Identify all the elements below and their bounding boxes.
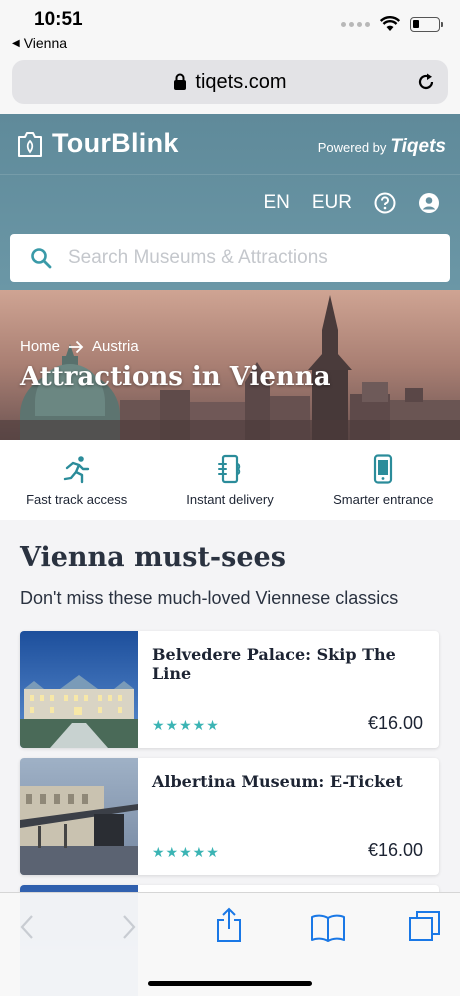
status-time: 10:51 — [34, 9, 83, 30]
feature-instant-delivery: Instant delivery — [153, 440, 306, 520]
search-input[interactable]: Search Museums & Attractions — [10, 234, 450, 282]
language-selector[interactable]: EN — [263, 192, 289, 214]
rating-stars-icon: ★★★★★ — [152, 844, 220, 860]
site-header: TourBlink Powered by Tiqets EN EUR Searc… — [0, 114, 460, 290]
feature-label: Instant delivery — [186, 492, 274, 507]
running-person-icon — [63, 456, 89, 484]
status-bar: 10:51 ◀ Vienna — [0, 0, 460, 56]
home-indicator[interactable] — [148, 981, 312, 986]
hero-banner: Home Austria Attractions in Vienna — [0, 290, 460, 440]
feature-label: Smarter entrance — [333, 492, 434, 507]
account-icon[interactable] — [418, 192, 440, 214]
cellular-signal-icon — [341, 21, 370, 27]
share-icon[interactable] — [215, 907, 243, 943]
phone-ticket-icon — [217, 454, 241, 484]
search-placeholder: Search Museums & Attractions — [68, 247, 328, 268]
card-title: Albertina Museum: E-Ticket — [152, 772, 403, 791]
wifi-icon — [380, 16, 400, 31]
breadcrumb-home-link[interactable]: Home — [20, 338, 60, 355]
search-icon — [31, 248, 52, 269]
albertina-museum-image — [20, 758, 138, 875]
section-subtitle: Don't miss these much-loved Viennese cla… — [20, 588, 399, 608]
bookmarks-icon[interactable] — [310, 913, 346, 943]
back-triangle-icon: ◀ — [12, 37, 20, 49]
help-icon[interactable] — [374, 192, 396, 214]
arrow-right-icon — [69, 340, 84, 353]
breadcrumb-country-link[interactable]: Austria — [92, 338, 139, 355]
lock-icon — [174, 73, 187, 90]
currency-selector[interactable]: EUR — [312, 192, 352, 214]
browser-address-area: tiqets.com — [0, 56, 460, 114]
powered-prefix: Powered by — [317, 140, 387, 155]
feature-fast-track: Fast track access — [0, 440, 153, 520]
back-to-app-link[interactable]: ◀ Vienna — [12, 35, 67, 51]
url-text: tiqets.com — [195, 70, 287, 93]
powered-by: Powered by Tiqets — [318, 136, 446, 158]
card-price: €16.00 — [367, 840, 423, 860]
brand-logo[interactable]: TourBlink — [16, 128, 179, 159]
camera-logo-icon — [18, 131, 42, 157]
rating-stars-icon: ★★★★★ — [152, 717, 220, 733]
smartphone-icon — [374, 454, 393, 484]
card-price: €16.00 — [367, 713, 423, 733]
brand-name: TourBlink — [52, 128, 179, 158]
browser-toolbar — [0, 892, 460, 996]
feature-strip: Fast track access Instant delivery Smart… — [0, 440, 460, 520]
back-chevron-icon[interactable] — [18, 913, 36, 941]
reload-icon[interactable] — [416, 72, 436, 92]
section-title: Vienna must-sees — [20, 542, 286, 573]
attraction-card[interactable]: Albertina Museum: E-Ticket ★★★★★ €16.00 — [20, 758, 439, 875]
feature-label: Fast track access — [26, 492, 128, 507]
tabs-icon[interactable] — [408, 909, 442, 943]
address-bar[interactable]: tiqets.com — [12, 60, 448, 104]
feature-smarter-entrance: Smarter entrance — [307, 440, 460, 520]
partner-brand: Tiqets — [390, 136, 446, 157]
card-title: Belvedere Palace: Skip The Line — [152, 645, 396, 683]
header-divider — [0, 174, 460, 175]
battery-icon — [410, 16, 443, 32]
back-app-label: Vienna — [23, 35, 68, 51]
belvedere-palace-image — [20, 631, 138, 748]
attraction-card[interactable]: Belvedere Palace: Skip The Line ★★★★★ €1… — [20, 631, 439, 748]
breadcrumb: Home Austria — [20, 338, 139, 355]
forward-chevron-icon[interactable] — [120, 913, 138, 941]
status-indicators — [341, 16, 443, 32]
page-title: Attractions in Vienna — [20, 362, 331, 392]
header-actions: EN EUR — [263, 192, 440, 214]
